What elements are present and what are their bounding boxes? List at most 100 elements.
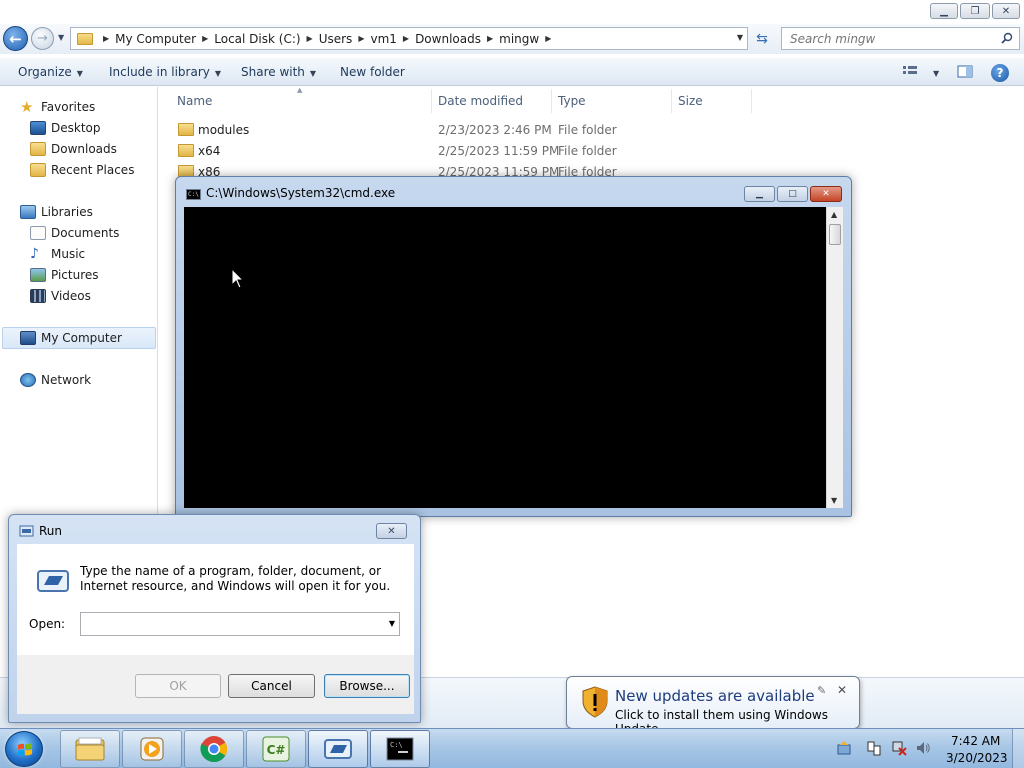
- taskbar-chrome-button[interactable]: [184, 730, 244, 768]
- volume-icon[interactable]: [915, 740, 931, 756]
- breadcrumb-vm1[interactable]: vm1: [370, 32, 396, 46]
- breadcrumb-mingw[interactable]: mingw: [499, 32, 539, 46]
- include-library-menu[interactable]: Include in library ▼: [109, 65, 221, 79]
- column-divider[interactable]: [751, 89, 752, 113]
- col-type[interactable]: Type: [558, 94, 586, 108]
- cmd-minimize-button[interactable]: ▁: [744, 186, 775, 202]
- console-area[interactable]: [184, 207, 826, 508]
- caret-down-icon: ▼: [214, 69, 222, 78]
- wrench-icon[interactable]: ✎: [817, 684, 826, 697]
- nav-desktop[interactable]: Desktop: [30, 119, 101, 137]
- run-close-button[interactable]: ✕: [376, 523, 407, 539]
- search-icon[interactable]: [1001, 32, 1013, 44]
- organize-menu[interactable]: Organize ▼: [18, 65, 83, 79]
- address-dropdown-icon[interactable]: ▼: [737, 33, 743, 42]
- column-divider[interactable]: [431, 89, 432, 113]
- taskbar-cmd-button[interactable]: C:\: [370, 730, 430, 768]
- view-dropdown-icon[interactable]: ▼: [928, 65, 939, 79]
- nav-documents[interactable]: Documents: [30, 224, 119, 242]
- search-input[interactable]: [790, 31, 990, 46]
- include-library-label: Include in library: [109, 65, 210, 79]
- scroll-thumb[interactable]: [829, 224, 841, 245]
- col-size[interactable]: Size: [678, 94, 703, 108]
- action-center-icon[interactable]: [866, 740, 882, 756]
- start-button[interactable]: [5, 731, 43, 767]
- open-input[interactable]: [81, 613, 376, 635]
- nav-network[interactable]: Network: [20, 371, 91, 389]
- nav-music[interactable]: ♪ Music: [30, 245, 85, 263]
- preview-pane-icon[interactable]: [957, 65, 973, 78]
- explorer-title-controls: ▁ ❐ ✕: [930, 3, 1020, 19]
- taskbar-media-player-button[interactable]: [122, 730, 182, 768]
- taskbar-run-button[interactable]: [308, 730, 368, 768]
- windows-update-tray-icon[interactable]: [836, 740, 852, 756]
- nav-videos[interactable]: Videos: [30, 287, 91, 305]
- run-description: Type the name of a program, folder, docu…: [80, 564, 391, 593]
- recent-pages-dropdown[interactable]: ▼: [58, 33, 64, 42]
- search-box[interactable]: [781, 27, 1020, 50]
- mouse-cursor-icon: [231, 268, 245, 289]
- update-notification[interactable]: New updates are available Click to insta…: [566, 676, 860, 737]
- nav-downloads[interactable]: Downloads: [30, 140, 117, 158]
- chevron-right-icon[interactable]: ▶: [487, 34, 493, 43]
- network-disconnected-icon[interactable]: [891, 740, 907, 756]
- breadcrumb-my-computer[interactable]: My Computer: [115, 32, 196, 46]
- new-folder-button[interactable]: New folder: [340, 65, 405, 79]
- restore-button[interactable]: ❐: [960, 3, 990, 19]
- nav-pictures[interactable]: Pictures: [30, 266, 99, 284]
- help-icon[interactable]: ?: [991, 64, 1009, 82]
- browse-button[interactable]: Browse...: [324, 674, 410, 698]
- nav-documents-label: Documents: [51, 226, 120, 240]
- explorer-close-button[interactable]: ✕: [992, 3, 1020, 19]
- back-button[interactable]: ←: [3, 26, 28, 51]
- ok-button[interactable]: OK: [135, 674, 221, 698]
- scroll-down-icon[interactable]: ▼: [831, 496, 837, 505]
- run-dialog: Run ✕ Type the name of a program, folder…: [8, 514, 421, 723]
- minimize-button[interactable]: ▁: [930, 3, 958, 19]
- forward-button[interactable]: →: [31, 27, 54, 50]
- taskbar-explorer-button[interactable]: [60, 730, 120, 768]
- nav-my-computer-label: My Computer: [41, 331, 122, 345]
- chevron-right-icon[interactable]: ▶: [403, 34, 409, 43]
- chevron-right-icon[interactable]: ▶: [202, 34, 208, 43]
- share-with-menu[interactable]: Share with ▼: [241, 65, 316, 79]
- address-bar[interactable]: ▶ My Computer ▶ Local Disk (C:) ▶ Users …: [70, 27, 748, 50]
- clock-time[interactable]: 7:42 AM: [951, 734, 1000, 748]
- nav-libraries[interactable]: Libraries: [20, 203, 93, 221]
- scroll-up-icon[interactable]: ▲: [831, 210, 837, 219]
- nav-favorites[interactable]: ★ Favorites: [20, 98, 95, 116]
- cmd-window[interactable]: C:\ C:\Windows\System32\cmd.exe ▁ □ ✕ ▲ …: [175, 176, 852, 517]
- file-row[interactable]: x64 2/25/2023 11:59 PM File folder: [178, 141, 778, 161]
- open-combobox[interactable]: ▼: [80, 612, 400, 636]
- open-label: Open:: [29, 617, 66, 631]
- notification-close-icon[interactable]: ✕: [837, 683, 847, 697]
- breadcrumb-local-disk[interactable]: Local Disk (C:): [214, 32, 300, 46]
- nav-recent-places[interactable]: Recent Places: [30, 161, 134, 179]
- show-desktop-button[interactable]: [1012, 729, 1024, 768]
- refresh-icon[interactable]: ⇆: [752, 29, 772, 49]
- file-row[interactable]: modules 2/23/2023 2:46 PM File folder: [178, 120, 778, 140]
- cancel-button[interactable]: Cancel: [228, 674, 315, 698]
- clock-date[interactable]: 3/20/2023: [946, 751, 1008, 765]
- folder-icon: [178, 144, 194, 157]
- nav-my-computer[interactable]: My Computer: [2, 327, 156, 349]
- vertical-scrollbar[interactable]: ▲ ▼: [826, 207, 843, 508]
- chevron-right-icon[interactable]: ▶: [358, 34, 364, 43]
- folder-icon: [77, 32, 93, 45]
- col-name[interactable]: Name: [177, 94, 212, 108]
- taskbar-csharp-button[interactable]: C#: [246, 730, 306, 768]
- svg-text:C#: C#: [267, 743, 286, 757]
- cmd-maximize-button[interactable]: □: [777, 186, 808, 202]
- chevron-right-icon[interactable]: ▶: [307, 34, 313, 43]
- cmd-close-button[interactable]: ✕: [810, 186, 842, 202]
- combo-dropdown-icon[interactable]: ▼: [389, 619, 395, 628]
- col-date-modified[interactable]: Date modified: [438, 94, 523, 108]
- column-divider[interactable]: [551, 89, 552, 113]
- breadcrumb-users[interactable]: Users: [319, 32, 353, 46]
- libraries-icon: [20, 205, 36, 219]
- column-divider[interactable]: [671, 89, 672, 113]
- view-options-icon[interactable]: [902, 65, 918, 78]
- breadcrumb-downloads[interactable]: Downloads: [415, 32, 481, 46]
- chevron-right-icon[interactable]: ▶: [545, 34, 551, 43]
- file-name: x64: [198, 144, 221, 158]
